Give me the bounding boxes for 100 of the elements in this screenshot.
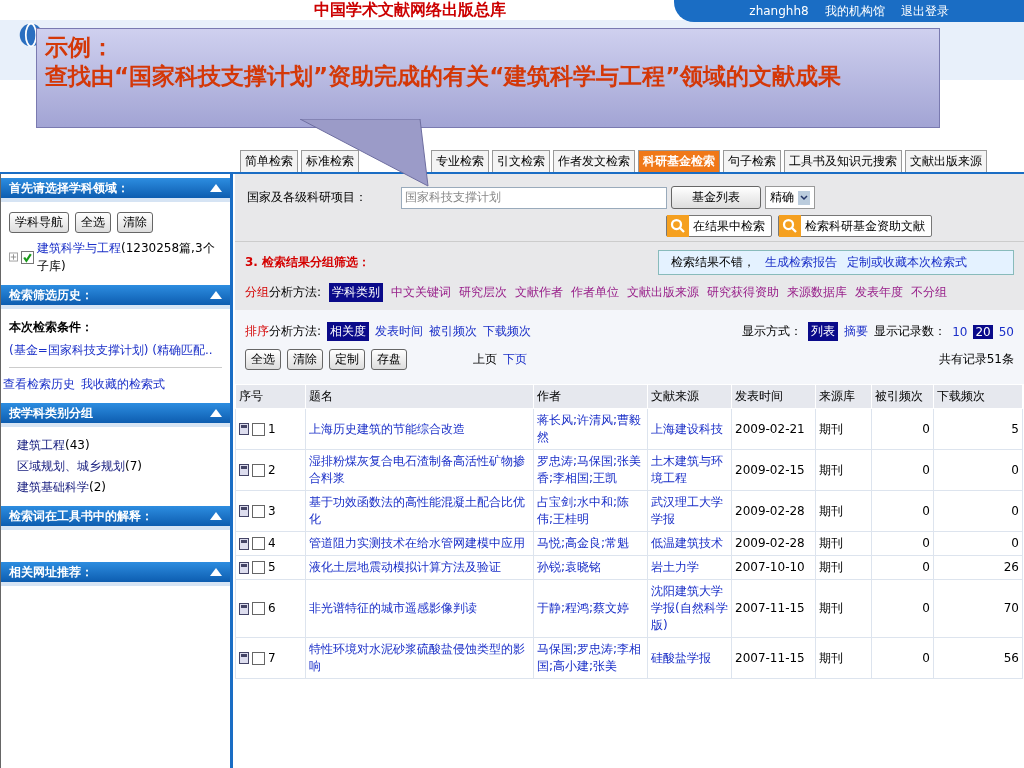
notice-text: 检索结果不错， — [671, 254, 755, 271]
sidebar-button[interactable]: 全选 — [75, 212, 111, 233]
search-button[interactable]: 检索科研基金资助文献 — [778, 215, 932, 237]
collapse-icon[interactable] — [210, 291, 222, 299]
notice-link[interactable]: 生成检索报告 — [765, 254, 837, 271]
grouping-option[interactable]: 研究层次 — [459, 284, 508, 301]
search-tab[interactable]: 标准检索 — [301, 150, 359, 172]
subject-checkbox[interactable] — [20, 250, 34, 264]
save-icon[interactable] — [239, 652, 249, 664]
search-tab[interactable]: 文献出版来源 — [905, 150, 987, 172]
display-option[interactable]: 列表 — [808, 322, 839, 341]
records-option[interactable]: 50 — [998, 324, 1014, 339]
cited-count: 0 — [921, 535, 930, 552]
group-link[interactable]: 建筑基础科学(2) — [17, 479, 222, 496]
column-header[interactable]: 发表时间 — [731, 384, 816, 409]
row-number: 7 — [268, 649, 276, 667]
search-tab[interactable]: 句子检索 — [723, 150, 781, 172]
row-checkbox[interactable] — [252, 504, 265, 518]
display-option[interactable]: 摘要 — [844, 323, 869, 340]
collapse-icon[interactable] — [210, 512, 222, 520]
column-header[interactable]: 作者 — [533, 384, 648, 409]
subject-link[interactable]: 建筑科学与工程(1230258篇,3个子库) — [36, 239, 222, 275]
collapse-icon[interactable] — [210, 184, 222, 192]
date-cell-text: 2009-02-21 — [735, 420, 806, 438]
search-button[interactable]: 在结果中检索 — [666, 215, 772, 237]
column-header[interactable]: 序号 — [235, 384, 306, 409]
grouping-option[interactable]: 发表年度 — [855, 284, 904, 301]
header-link[interactable]: 退出登录 — [900, 2, 949, 20]
collapse-icon[interactable] — [210, 409, 222, 417]
group-link[interactable]: 建筑工程(43) — [17, 437, 222, 454]
grouping-option[interactable]: 来源数据库 — [787, 284, 848, 301]
row-checkbox[interactable] — [252, 463, 265, 477]
section-header[interactable]: 相关网址推荐： — [1, 562, 230, 586]
save-icon[interactable] — [239, 602, 249, 615]
grouping-option[interactable]: 不分组 — [911, 284, 948, 301]
search-tab[interactable]: 引文检索 — [492, 150, 550, 172]
row-checkbox[interactable] — [252, 602, 265, 615]
grouping-option[interactable]: 学科类别 — [329, 283, 384, 302]
date-cell-text: 2007-10-10 — [735, 559, 806, 576]
row-checkbox[interactable] — [252, 561, 265, 574]
grouping-option[interactable]: 文献作者 — [515, 284, 564, 301]
search-tab[interactable]: 作者发文检索 — [553, 150, 635, 172]
pager-link[interactable]: 下页 — [503, 351, 527, 368]
search-tab[interactable]: 工具书及知识元搜索 — [784, 150, 902, 172]
section-header[interactable]: 按学科类别分组 — [1, 403, 230, 427]
collapse-icon[interactable] — [210, 568, 222, 576]
sort-option[interactable]: 发表时间 — [375, 323, 424, 340]
column-header[interactable]: 下载频次 — [933, 384, 1023, 409]
grouping-option[interactable]: 中文关键词 — [391, 284, 452, 301]
condition-link[interactable]: (基金=国家科技支撑计划) (精确匹配.. — [9, 342, 222, 359]
column-header[interactable]: 被引频次 — [871, 384, 934, 409]
pager-link[interactable]: 上页 — [473, 351, 497, 368]
date-cell-text: 2009-02-28 — [735, 502, 806, 520]
sidebar-button[interactable]: 清除 — [117, 212, 153, 233]
header-link[interactable]: 我的机构馆 — [824, 2, 885, 20]
records-option[interactable]: 20 — [973, 324, 993, 339]
cited-count: 0 — [921, 502, 930, 520]
sort-option[interactable]: 下载频次 — [483, 323, 532, 340]
group-link[interactable]: 区域规划、城乡规划(7) — [17, 458, 222, 475]
save-icon[interactable] — [239, 464, 249, 476]
grouping-option[interactable]: 文献出版来源 — [627, 284, 700, 301]
sidebar-button[interactable]: 学科导航 — [9, 212, 69, 233]
notice-link[interactable]: 定制或收藏本次检索式 — [847, 254, 967, 271]
section-header[interactable]: 检索筛选历史： — [1, 285, 230, 309]
column-header[interactable]: 文献来源 — [647, 384, 732, 409]
expand-icon[interactable] — [9, 252, 18, 262]
grouping-option[interactable]: 研究获得资助 — [707, 284, 780, 301]
result-button[interactable]: 清除 — [287, 349, 323, 370]
grouping-option[interactable]: 作者单位 — [571, 284, 620, 301]
row-number: 2 — [268, 461, 276, 479]
save-icon[interactable] — [239, 505, 249, 517]
result-button[interactable]: 全选 — [245, 349, 281, 370]
sort-option[interactable]: 相关度 — [327, 322, 370, 341]
section-header[interactable]: 检索词在工具书中的解释： — [1, 506, 230, 530]
records-option[interactable]: 10 — [952, 324, 968, 339]
result-button[interactable]: 存盘 — [371, 349, 407, 370]
history-link[interactable]: 我收藏的检索式 — [81, 376, 165, 393]
search-tab[interactable]: 专业检索 — [431, 150, 489, 172]
column-header[interactable]: 来源库 — [815, 384, 872, 409]
match-dropdown[interactable]: 精确 — [765, 186, 815, 209]
result-button[interactable]: 定制 — [329, 349, 365, 370]
database-cell-text: 期刊 — [819, 502, 844, 520]
row-checkbox[interactable] — [252, 537, 265, 550]
database-cell-text: 期刊 — [819, 559, 844, 576]
section-header[interactable]: 首先请选择学科领域： — [1, 178, 230, 202]
history-link[interactable]: 查看检索历史 — [3, 376, 75, 393]
row-checkbox[interactable] — [252, 651, 265, 665]
save-icon[interactable] — [239, 537, 249, 550]
save-icon[interactable] — [239, 561, 249, 574]
project-field[interactable]: 国家科技支撑计划 — [401, 186, 667, 209]
search-tab[interactable]: 简单检索 — [240, 150, 298, 172]
sort-option[interactable]: 被引频次 — [429, 323, 478, 340]
save-icon[interactable] — [239, 423, 249, 435]
date-cell-text: 2009-02-15 — [735, 461, 806, 479]
cited-count: 0 — [921, 649, 930, 667]
user-name[interactable]: zhanghh8 — [749, 4, 809, 18]
fund-list-button[interactable]: 基金列表 — [671, 186, 761, 209]
column-header[interactable]: 题名 — [305, 384, 534, 409]
cited-count: 0 — [921, 420, 930, 438]
row-checkbox[interactable] — [252, 422, 265, 436]
